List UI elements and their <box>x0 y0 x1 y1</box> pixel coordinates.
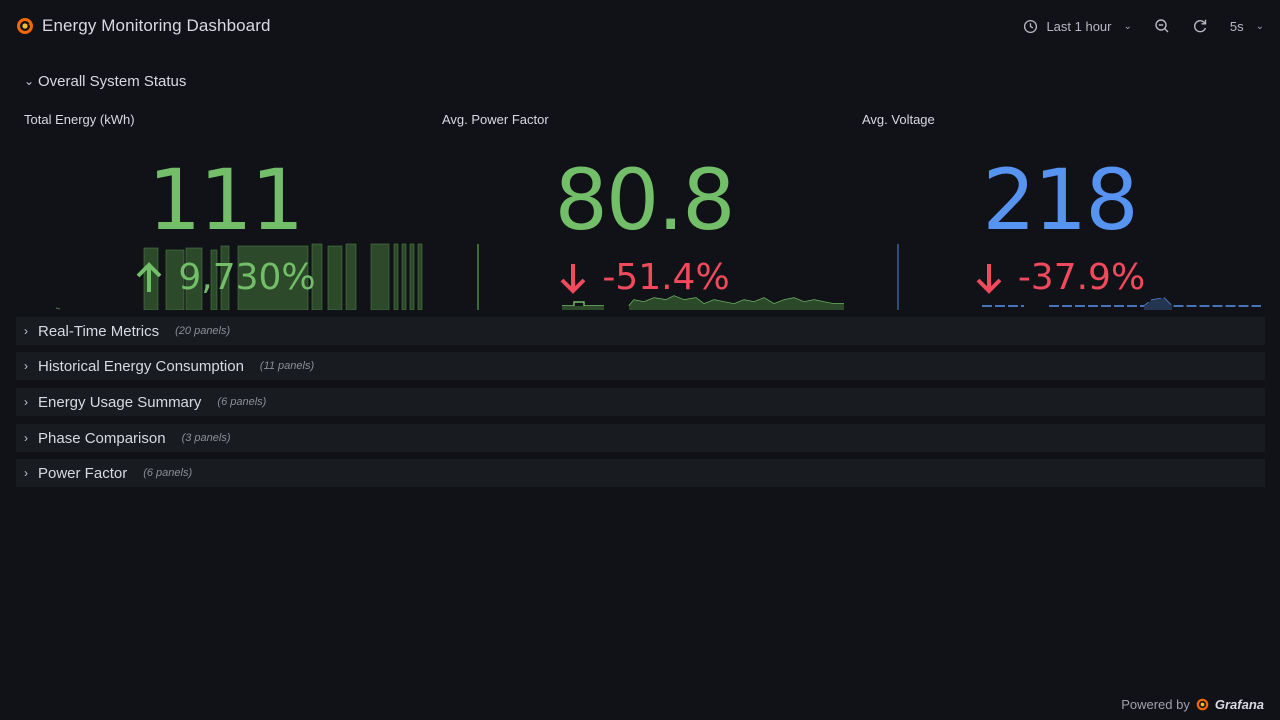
row-panel-count: (3 panels) <box>181 432 231 444</box>
arrow-down-icon <box>976 264 1002 294</box>
grafana-logo-icon[interactable] <box>16 17 34 35</box>
row-panel-count: (6 panels) <box>217 396 267 408</box>
row-panel-count: (11 panels) <box>259 360 315 372</box>
chevron-down-icon: ⌄ <box>24 74 35 88</box>
refresh-interval-picker[interactable]: 5s ⌄ <box>1230 19 1264 34</box>
row-title: Energy Usage Summary <box>38 393 202 411</box>
stat-value: 111 <box>147 151 304 249</box>
chevron-right-icon: › <box>24 431 28 445</box>
refresh-interval-label: 5s <box>1229 18 1244 34</box>
row-title: Overall System Status <box>38 72 187 90</box>
chevron-right-icon: › <box>24 466 28 480</box>
top-bar: Energy Monitoring Dashboard Last 1 hour … <box>0 0 1280 52</box>
arrow-down-icon <box>560 264 586 294</box>
stat-delta: -37.9% <box>854 258 1265 298</box>
row-power-factor[interactable]: › Power Factor (6 panels) <box>16 459 1265 487</box>
row-title: Power Factor <box>38 464 128 482</box>
time-range-picker[interactable]: Last 1 hour ⌄ <box>1023 18 1132 34</box>
refresh-icon <box>1193 19 1207 33</box>
chevron-down-icon: ⌄ <box>1255 20 1264 32</box>
panel-title: Total Energy (kWh) <box>24 112 135 127</box>
stat-panel-total-energy[interactable]: Total Energy (kWh) 111 9,730% <box>16 106 434 310</box>
clock-icon <box>1024 19 1038 33</box>
stat-delta: 9,730% <box>16 258 434 298</box>
row-title: Real-Time Metrics <box>38 322 160 340</box>
stat-delta-value: 9,730% <box>178 257 316 298</box>
row-real-time-metrics[interactable]: › Real-Time Metrics (20 panels) <box>16 317 1265 345</box>
stat-delta: -51.4% <box>434 258 854 298</box>
powered-by-footer[interactable]: Powered by Grafana <box>1121 697 1264 712</box>
chevron-right-icon: › <box>24 395 28 409</box>
chevron-down-icon: ⌄ <box>1123 20 1132 32</box>
row-phase-comparison[interactable]: › Phase Comparison (3 panels) <box>16 424 1265 452</box>
stat-panel-power-factor[interactable]: Avg. Power Factor 80.8 -51.4% <box>434 106 854 310</box>
row-title: Phase Comparison <box>38 429 166 447</box>
stat-delta-value: -51.4% <box>602 257 730 298</box>
row-panel-count: (20 panels) <box>175 325 231 337</box>
footer-brand: Grafana <box>1214 697 1264 712</box>
panel-title: Avg. Voltage <box>862 112 935 127</box>
chevron-right-icon: › <box>24 359 28 373</box>
arrow-up-icon <box>136 262 162 292</box>
chevron-right-icon: › <box>24 324 28 338</box>
dashboard-title[interactable]: Energy Monitoring Dashboard <box>42 16 271 36</box>
dashboard-brand: Energy Monitoring Dashboard <box>16 16 271 36</box>
stat-panel-voltage[interactable]: Avg. Voltage 218 -37.9% <box>854 106 1265 310</box>
refresh-button[interactable] <box>1192 18 1208 34</box>
stat-delta-value: -37.9% <box>1017 257 1146 298</box>
row-energy-usage-summary[interactable]: › Energy Usage Summary (6 panels) <box>16 388 1265 416</box>
row-title: Historical Energy Consumption <box>38 357 244 375</box>
row-panel-count: (6 panels) <box>143 467 193 479</box>
grafana-logo-icon <box>1196 698 1209 711</box>
panel-title: Avg. Power Factor <box>442 112 549 127</box>
zoom-out-button[interactable] <box>1154 18 1170 34</box>
zoom-out-icon <box>1155 19 1169 33</box>
time-range-label: Last 1 hour <box>1046 18 1112 34</box>
row-overall-system-status[interactable]: ⌄ Overall System Status <box>16 68 1265 94</box>
stat-value: 218 <box>982 151 1138 249</box>
footer-prefix: Powered by <box>1121 697 1190 712</box>
stat-value: 80.8 <box>554 151 735 249</box>
row-historical-energy-consumption[interactable]: › Historical Energy Consumption (11 pane… <box>16 352 1265 380</box>
